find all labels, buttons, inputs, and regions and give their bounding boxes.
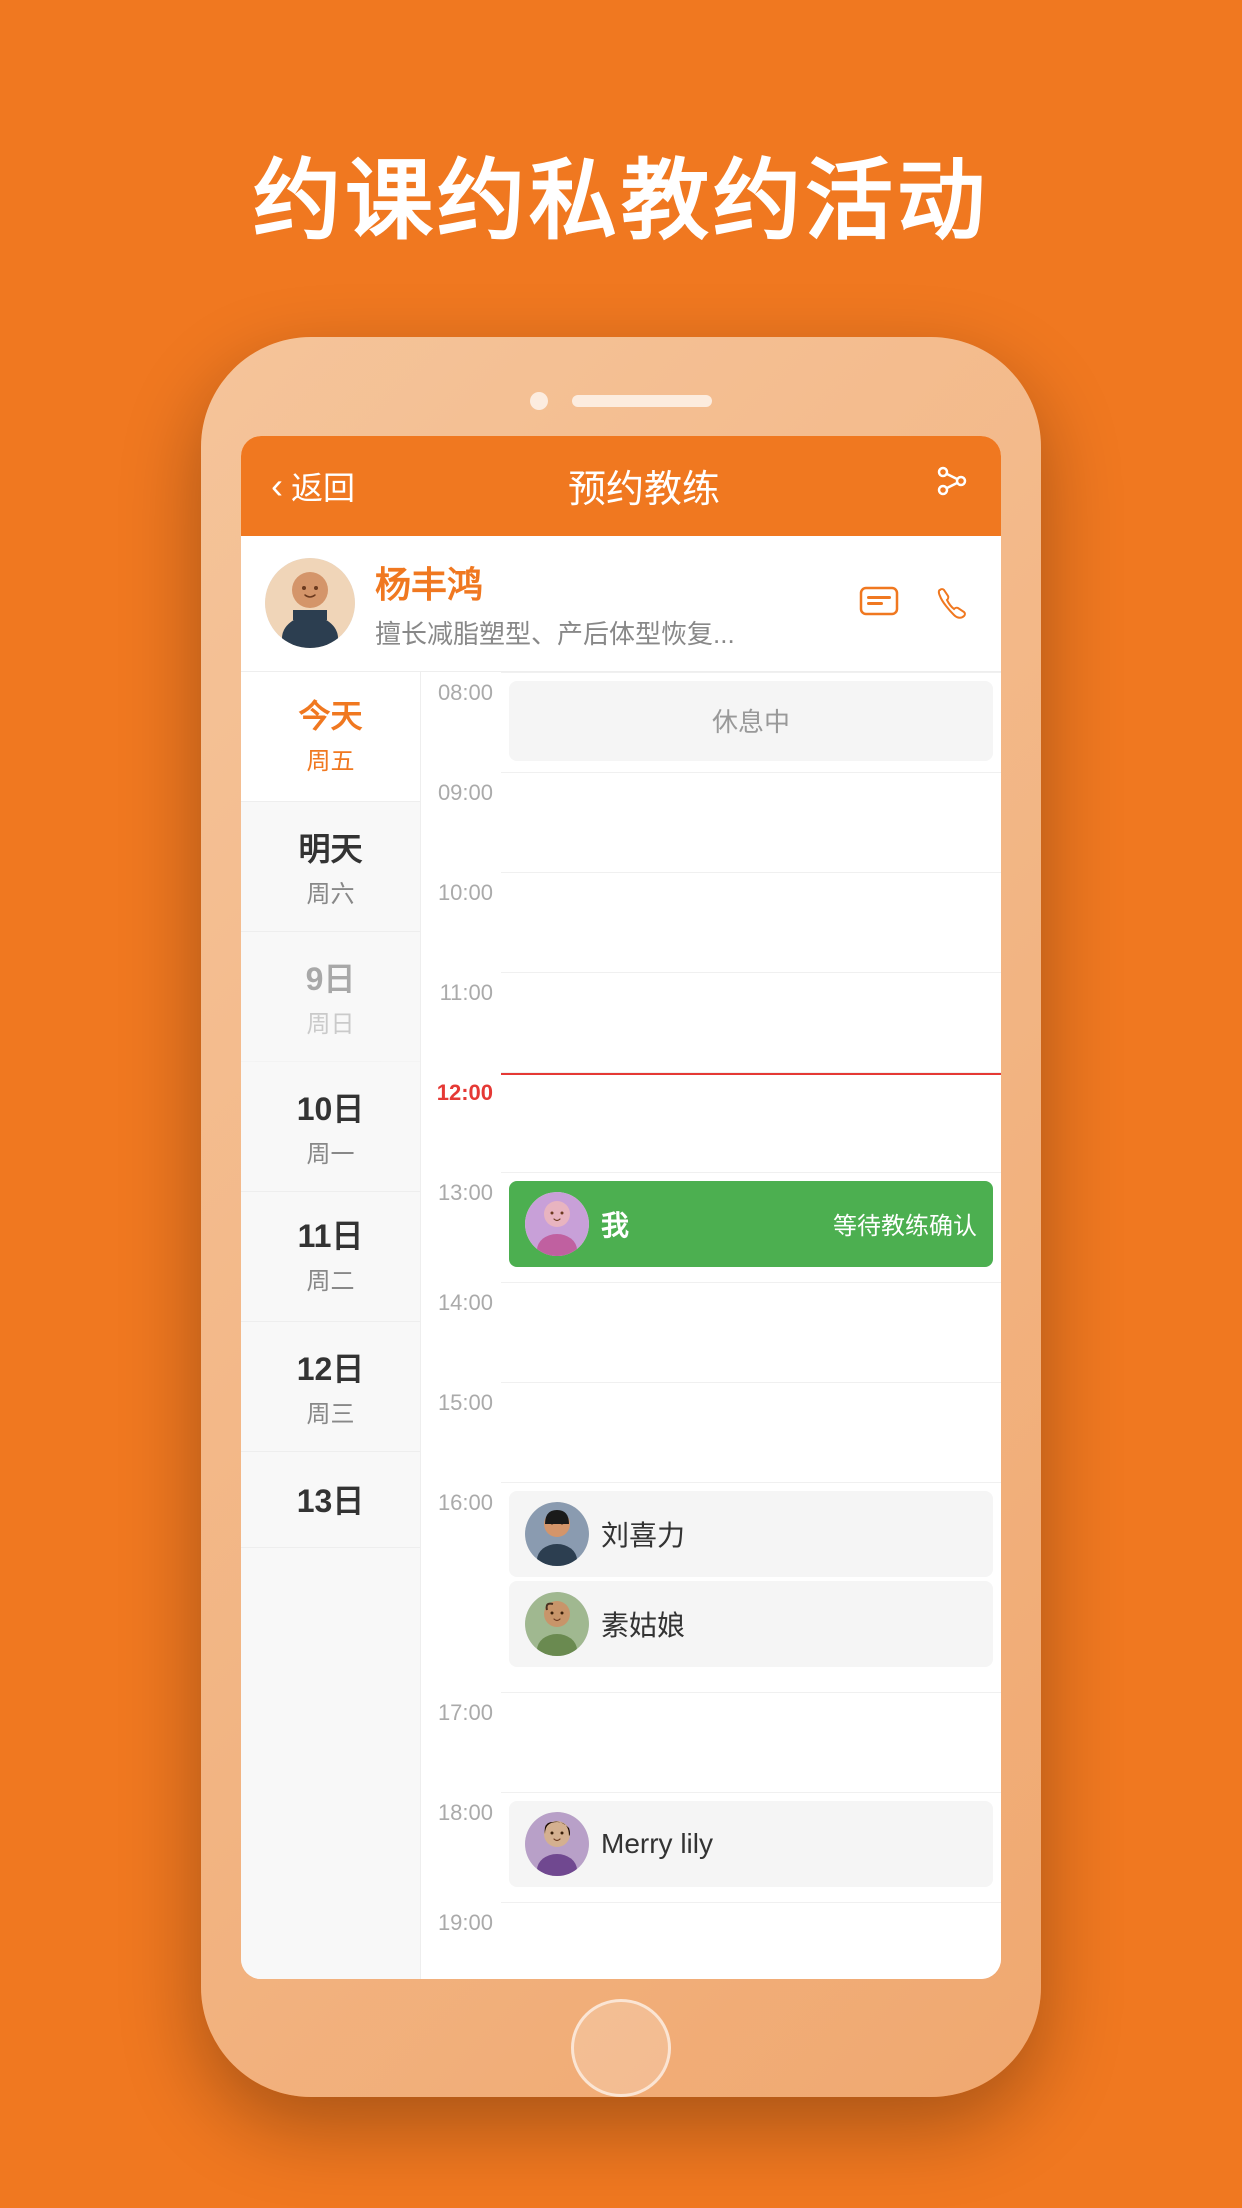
trainer-profile: 杨丰鸿 擅长减脂塑型、产后体型恢复... bbox=[241, 536, 1001, 672]
message-button[interactable] bbox=[853, 582, 905, 624]
date-item-12[interactable]: 12日 周三 bbox=[241, 1322, 420, 1452]
trainer-name: 杨丰鸿 bbox=[375, 556, 853, 608]
nav-title: 预约教练 bbox=[568, 458, 720, 513]
back-button[interactable]: ‹ 返回 bbox=[271, 463, 355, 509]
current-time-line bbox=[501, 1073, 1001, 1075]
slot-content-08: 休息中 bbox=[501, 672, 1001, 772]
slot-content-17 bbox=[501, 1692, 1001, 1792]
slot-content-16: 刘喜力 bbox=[501, 1482, 1001, 1675]
timeslot-12: 12:00 bbox=[421, 1072, 1001, 1172]
slot-content-18: Merry lily bbox=[501, 1792, 1001, 1895]
date-column: 今天 周五 明天 周六 9日 周日 10日 周一 bbox=[241, 672, 421, 1979]
trainer-desc: 擅长减脂塑型、产后体型恢复... bbox=[375, 614, 853, 651]
user-slot-liuxili: 刘喜力 bbox=[509, 1491, 993, 1577]
speaker-bar bbox=[572, 395, 712, 407]
rest-label: 休息中 bbox=[712, 702, 790, 739]
user-avatar-liuxili bbox=[525, 1502, 589, 1566]
date-weekday: 周二 bbox=[307, 1261, 355, 1296]
date-day-label: 13日 bbox=[297, 1476, 365, 1522]
date-item-today[interactable]: 今天 周五 bbox=[241, 672, 420, 802]
time-label-18: 18:00 bbox=[421, 1792, 501, 1826]
time-label-19: 19:00 bbox=[421, 1902, 501, 1936]
slot-content-09 bbox=[501, 772, 1001, 872]
date-day-label: 12日 bbox=[297, 1344, 365, 1390]
date-day-label: 10日 bbox=[297, 1084, 365, 1130]
date-weekday: 周日 bbox=[307, 1004, 355, 1039]
timeslot-16: 16:00 bbox=[421, 1482, 1001, 1692]
slot-content-19 bbox=[501, 1902, 1001, 1979]
home-button[interactable] bbox=[571, 1999, 671, 2097]
user-name-liuxili: 刘喜力 bbox=[601, 1514, 685, 1554]
booking-user-name: 我 bbox=[601, 1204, 629, 1244]
user-name-merrylily: Merry lily bbox=[601, 1828, 713, 1860]
time-label-15: 15:00 bbox=[421, 1382, 501, 1416]
slot-content-14 bbox=[501, 1282, 1001, 1382]
date-weekday: 周一 bbox=[307, 1134, 355, 1169]
timeslot-17: 17:00 bbox=[421, 1692, 1001, 1792]
timeslot-19: 19:00 bbox=[421, 1902, 1001, 1979]
slot-content-15 bbox=[501, 1382, 1001, 1482]
back-label: 返回 bbox=[291, 463, 355, 509]
time-label-09: 09:00 bbox=[421, 772, 501, 806]
trainer-info: 杨丰鸿 擅长减脂塑型、产后体型恢复... bbox=[355, 556, 853, 651]
slot-content-11 bbox=[501, 972, 1001, 1072]
my-booking[interactable]: 我 等待教练确认 bbox=[509, 1181, 993, 1267]
booking-status: 等待教练确认 bbox=[833, 1206, 977, 1241]
user-slot-suguniang: 素姑娘 bbox=[509, 1581, 993, 1667]
trainer-avatar bbox=[265, 558, 355, 648]
user-avatar-suguniang bbox=[525, 1592, 589, 1656]
time-label-14: 14:00 bbox=[421, 1282, 501, 1316]
phone-notch bbox=[201, 337, 1041, 436]
date-weekday: 周六 bbox=[307, 874, 355, 909]
date-day-label: 9日 bbox=[306, 954, 356, 1000]
slot-content-10 bbox=[501, 872, 1001, 972]
time-column[interactable]: 08:00 休息中 09:00 10:00 bbox=[421, 672, 1001, 1979]
date-day-label: 11日 bbox=[298, 1211, 364, 1257]
user-slot-merrylily: Merry lily bbox=[509, 1801, 993, 1887]
date-weekday: 周五 bbox=[307, 741, 355, 776]
slot-content-13: 我 等待教练确认 bbox=[501, 1172, 1001, 1275]
date-item-10[interactable]: 10日 周一 bbox=[241, 1062, 420, 1192]
phone-frame: ‹ 返回 预约教练 bbox=[201, 337, 1041, 2097]
timeslot-14: 14:00 bbox=[421, 1282, 1001, 1382]
phone-screen: ‹ 返回 预约教练 bbox=[241, 436, 1001, 1979]
date-item-tomorrow[interactable]: 明天 周六 bbox=[241, 802, 420, 932]
date-day-label: 今天 bbox=[298, 691, 362, 737]
camera-dot bbox=[530, 392, 548, 410]
date-item-11[interactable]: 11日 周二 bbox=[241, 1192, 420, 1322]
back-chevron-icon: ‹ bbox=[271, 465, 283, 507]
timeslot-09: 09:00 bbox=[421, 772, 1001, 872]
time-label-11: 11:00 bbox=[421, 972, 501, 1006]
call-button[interactable] bbox=[925, 582, 977, 624]
user-avatar-merrylily bbox=[525, 1812, 589, 1876]
timeslot-13: 13:00 bbox=[421, 1172, 1001, 1282]
time-label-13: 13:00 bbox=[421, 1172, 501, 1206]
date-weekday: 周三 bbox=[307, 1394, 355, 1429]
time-label-16: 16:00 bbox=[421, 1482, 501, 1516]
share-icon[interactable] bbox=[933, 462, 971, 510]
timeslot-11: 11:00 bbox=[421, 972, 1001, 1072]
booking-avatar bbox=[525, 1192, 589, 1256]
time-label-08: 08:00 bbox=[421, 672, 501, 706]
user-name-suguniang: 素姑娘 bbox=[601, 1604, 685, 1644]
headline: 约课约私教约活动 bbox=[253, 130, 989, 257]
date-item-13[interactable]: 13日 bbox=[241, 1452, 420, 1548]
nav-bar: ‹ 返回 预约教练 bbox=[241, 436, 1001, 536]
rest-block: 休息中 bbox=[509, 681, 993, 761]
timeslot-08: 08:00 休息中 bbox=[421, 672, 1001, 772]
timeslot-15: 15:00 bbox=[421, 1382, 1001, 1482]
slot-content-12 bbox=[501, 1072, 1001, 1172]
date-item-9[interactable]: 9日 周日 bbox=[241, 932, 420, 1062]
time-label-17: 17:00 bbox=[421, 1692, 501, 1726]
timeslot-18: 18:00 bbox=[421, 1792, 1001, 1902]
timeslot-10: 10:00 bbox=[421, 872, 1001, 972]
time-label-10: 10:00 bbox=[421, 872, 501, 906]
time-label-12: 12:00 bbox=[421, 1072, 501, 1106]
date-day-label: 明天 bbox=[298, 824, 362, 870]
schedule-area: 今天 周五 明天 周六 9日 周日 10日 周一 bbox=[241, 672, 1001, 1979]
trainer-actions bbox=[853, 582, 977, 624]
